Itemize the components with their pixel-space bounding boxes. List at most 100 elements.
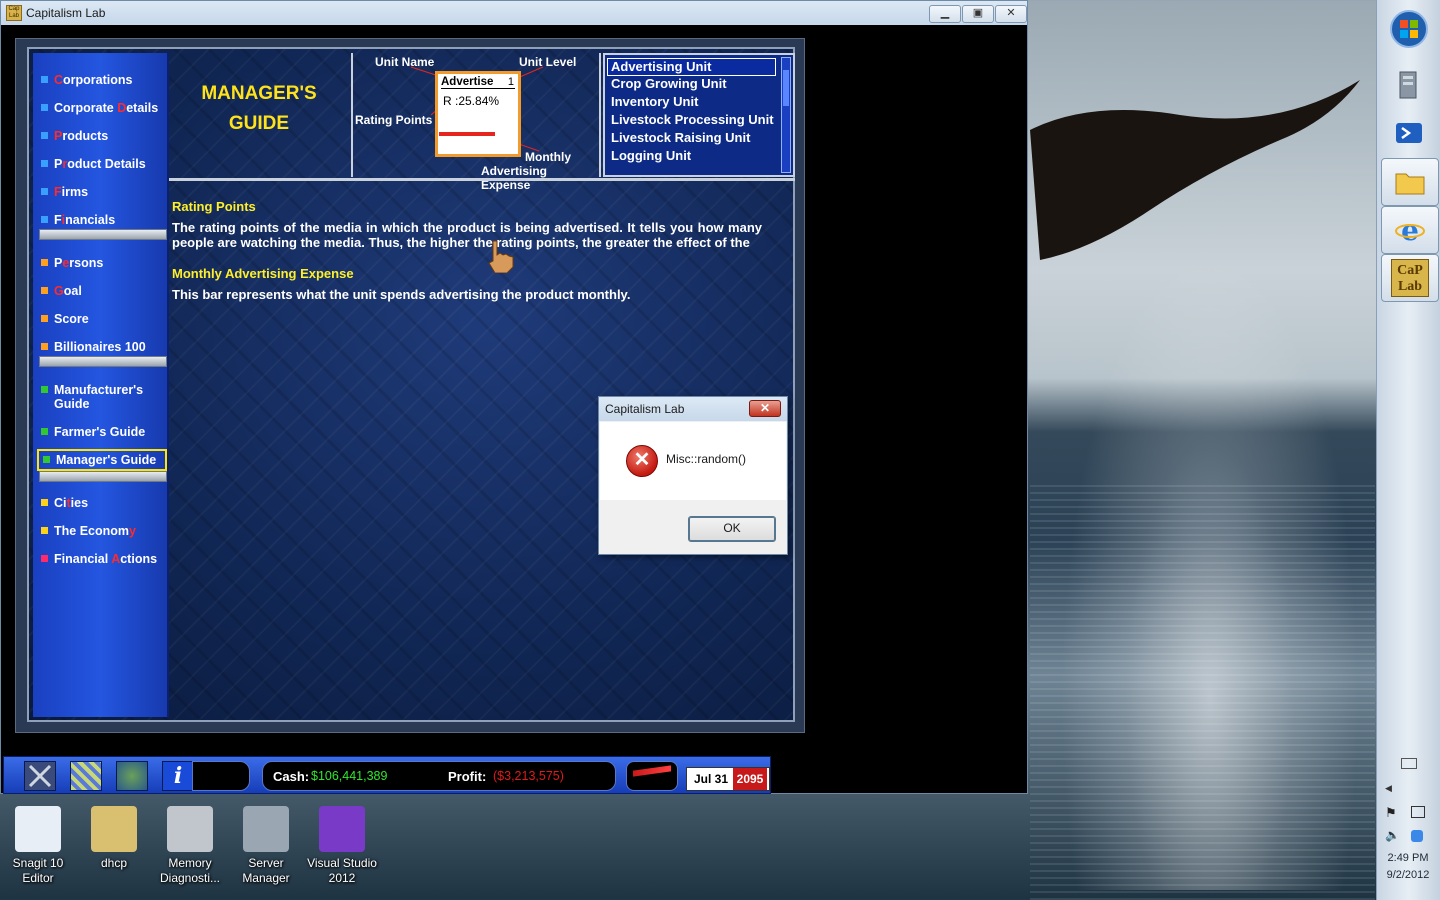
dialog-titlebar[interactable]: Capitalism Lab ✕ — [599, 397, 787, 421]
nav-label-part: irms — [61, 185, 89, 199]
keyboard-icon[interactable] — [1401, 758, 1417, 769]
network-icon[interactable] — [1411, 806, 1425, 818]
unit-list-item[interactable]: Livestock Processing Unit — [611, 112, 774, 128]
nav-label-part: Manager's Guide — [56, 453, 157, 467]
window-titlebar[interactable]: Cap Lab Capitalism Lab ▁ ▣ ✕ — [1, 1, 1027, 25]
nav-item[interactable]: Billionaires 100 — [41, 340, 165, 354]
nav-item[interactable]: The Economy — [41, 524, 165, 538]
desktop-icon[interactable]: dhcp — [76, 806, 152, 871]
server-manager-taskbar-button[interactable] — [1381, 62, 1437, 108]
unit-list-item[interactable]: Crop Growing Unit — [611, 76, 727, 92]
unit-list-item[interactable]: Advertising Unit — [607, 58, 776, 76]
clock-date: 9/2/2012 — [1386, 869, 1430, 881]
date-year: 2095 — [733, 768, 767, 790]
nav-item-label: Corporate Details — [54, 101, 158, 115]
nav-item[interactable]: Goal — [41, 284, 165, 298]
nav-item[interactable]: Manager's Guide — [37, 449, 167, 471]
desktop-icon[interactable]: Memory Diagnosti... — [152, 806, 228, 886]
nav-item[interactable]: Manufacturer's Guide — [41, 383, 165, 411]
managers-guide-panel: Corporations Corporate Details Products Pro… — [27, 47, 795, 722]
speed-gauge[interactable] — [626, 761, 678, 791]
unit-list-item[interactable]: Logging Unit — [611, 148, 691, 164]
powershell-taskbar-button[interactable] — [1381, 110, 1437, 156]
action-center-flag-icon[interactable]: ⚑ — [1385, 805, 1397, 821]
desktop-icon-label: Snagit 10 Editor — [12, 856, 64, 885]
nav-item-label: The Economy — [54, 524, 136, 538]
nav-item[interactable]: Product Details — [41, 157, 165, 171]
nav-item-label: Firms — [54, 185, 88, 199]
section-heading-rating: Rating Points — [172, 199, 256, 214]
error-dialog: Capitalism Lab ✕ ✕ Misc::random() OK — [598, 396, 788, 555]
hand-cursor-icon — [488, 240, 514, 273]
nav-label-part: D — [117, 101, 127, 115]
nav-bullet-icon — [41, 188, 48, 195]
nav-bullet-icon — [41, 386, 48, 393]
guide-content: Rating Points The rating points of the m… — [172, 199, 762, 318]
nav-item[interactable]: Financial Actions — [41, 552, 165, 566]
explorer-taskbar-button[interactable] — [1381, 158, 1439, 206]
tools-button[interactable] — [24, 761, 56, 791]
minimize-button[interactable]: ▁ — [929, 5, 961, 23]
unit-list-scrollbar[interactable] — [781, 57, 791, 173]
nav-item[interactable]: Firms — [41, 185, 165, 199]
start-button[interactable] — [1381, 6, 1437, 52]
nav-item-label: Financial Actions — [54, 552, 157, 566]
security-shield-icon[interactable] — [1411, 830, 1423, 842]
mini-unit-level: 1 — [507, 76, 514, 88]
show-hidden-icons-arrow[interactable]: ◀ — [1385, 783, 1392, 794]
close-window-button[interactable]: ✕ — [995, 5, 1027, 23]
section-heading-expense: Monthly Advertising Expense — [172, 266, 354, 281]
scrollbar-thumb[interactable] — [783, 70, 789, 106]
nav-label-part: C — [54, 73, 64, 87]
dialog-close-button[interactable]: ✕ — [749, 400, 781, 417]
nav-label-part: oduct Details — [67, 157, 146, 171]
nav-bullet-icon — [41, 555, 48, 562]
nav-bullet-icon — [41, 527, 48, 534]
nav-item[interactable]: Score — [41, 312, 165, 326]
caplab-taskbar-button[interactable]: CaP Lab — [1381, 254, 1439, 302]
nav-bullet-icon — [41, 287, 48, 294]
taskbar-clock[interactable]: 2:49 PM 9/2/2012 — [1380, 850, 1436, 884]
unit-list-item[interactable]: Inventory Unit — [611, 94, 698, 110]
ie-taskbar-button[interactable]: e — [1381, 206, 1439, 254]
game-date: Jul 31 2095 — [686, 767, 770, 791]
finance-status: Cash: $106,441,389 Profit: ($3,213,575) — [262, 761, 616, 791]
clock-time: 2:49 PM — [1387, 852, 1429, 864]
crossed-tools-icon — [28, 764, 52, 788]
nav-item[interactable]: Financials — [41, 213, 165, 227]
nav-bullet-icon — [41, 76, 48, 83]
dialog-body: ✕ Misc::random() — [600, 422, 786, 500]
guide-title: MANAGER'S GUIDE — [169, 53, 349, 177]
mini-unit-name: Advertise — [441, 76, 515, 89]
nav-item-label: Manager's Guide — [56, 453, 156, 467]
nav-label-part: roducts — [62, 129, 109, 143]
nav-label-part: Score — [54, 312, 89, 326]
maximize-button[interactable]: ▣ — [962, 5, 994, 23]
nav-bullet-icon — [43, 456, 50, 463]
world-map-button[interactable] — [116, 761, 148, 791]
nav-item-label: Billionaires 100 — [54, 340, 146, 354]
nav-item[interactable]: Products — [41, 129, 165, 143]
profit-label: Profit: — [448, 769, 487, 784]
nav-item-label: Score — [54, 312, 89, 326]
nav-item-label: Financials — [54, 213, 115, 227]
desktop-icon[interactable]: Server Manager — [228, 806, 304, 886]
unit-list-item[interactable]: Livestock Raising Unit — [611, 130, 750, 146]
nav-bullet-icon — [41, 428, 48, 435]
nav-item[interactable]: Persons — [41, 256, 165, 270]
unit-type-list[interactable]: Advertising Unit Crop Growing Unit Invento… — [603, 53, 795, 177]
volume-icon[interactable]: 🔈 — [1385, 828, 1400, 842]
city-map-button[interactable] — [70, 761, 102, 791]
nav-item[interactable]: Cities — [41, 496, 165, 510]
nav-item[interactable]: Corporations — [41, 73, 165, 87]
ok-button[interactable]: OK — [688, 516, 776, 542]
desktop-icon[interactable]: Visual Studio 2012 — [304, 806, 380, 886]
info-button[interactable]: i — [162, 761, 194, 791]
desktop-icon[interactable]: Snagit 10 Editor — [0, 806, 76, 886]
info-icon: i — [173, 763, 183, 789]
server-manager-icon — [243, 806, 289, 852]
app-window: Cap Lab Capitalism Lab ▁ ▣ ✕ Corporation… — [0, 0, 1028, 794]
powershell-icon — [1396, 123, 1422, 143]
nav-item[interactable]: Corporate Details — [41, 101, 165, 115]
nav-item[interactable]: Farmer's Guide — [41, 425, 165, 439]
